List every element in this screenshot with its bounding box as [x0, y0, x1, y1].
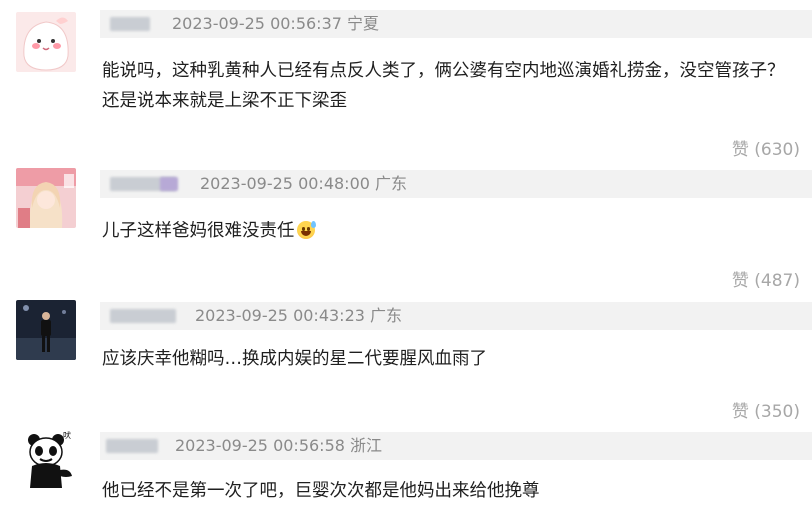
- timestamp: 2023-09-25 00:56:58: [175, 436, 345, 455]
- comment-item: 吠 2023-09-25 00:56:58 浙江 他已经不是第一次了吧，巨婴次次…: [0, 422, 812, 510]
- like-button[interactable]: 赞 (350): [732, 397, 800, 422]
- location: 广东: [370, 306, 403, 325]
- comment-text: 儿子这样爸妈很难没责任: [102, 216, 798, 246]
- comment-item: 2023-09-25 00:43:23 广东 应该庆幸他糊吗…换成内娱的星二代要…: [0, 292, 812, 422]
- timestamp: 2023-09-25 00:56:37: [172, 14, 342, 33]
- comment-text: 能说吗，这种乳黄种人已经有点反人类了，俩公婆有空内地巡演婚礼捞金，没空管孩子？还…: [102, 61, 785, 111]
- like-button[interactable]: 赞 (630): [732, 135, 800, 160]
- avatar[interactable]: [16, 12, 76, 72]
- comment-meta: 2023-09-25 00:56:58 浙江: [100, 432, 812, 460]
- timestamp: 2023-09-25 00:48:00: [200, 174, 370, 193]
- avatar[interactable]: [16, 300, 76, 360]
- comment-text-content: 儿子这样爸妈很难没责任: [102, 221, 295, 241]
- timestamp: 2023-09-25 00:43:23: [195, 306, 365, 325]
- like-button[interactable]: 赞 (487): [732, 266, 800, 291]
- username-blurred: [160, 177, 178, 191]
- panda-meme-avatar-icon: 吠: [16, 430, 76, 490]
- comment-meta: 2023-09-25 00:48:00 广东: [100, 170, 812, 198]
- avatar[interactable]: [16, 168, 76, 228]
- comment-meta: 2023-09-25 00:56:37 宁夏: [100, 10, 812, 38]
- comment-item: 2023-09-25 00:48:00 广东 儿子这样爸妈很难没责任 赞 (48…: [0, 160, 812, 292]
- comment-time: 2023-09-25 00:56:58 浙江: [175, 432, 382, 460]
- pink-cartoon-avatar-icon: [16, 12, 76, 72]
- svg-text:吠: 吠: [63, 431, 71, 440]
- avatar[interactable]: 吠: [16, 430, 76, 490]
- girl-photo-avatar-icon: [16, 168, 76, 228]
- username-blurred[interactable]: [106, 439, 158, 453]
- location: 浙江: [350, 436, 383, 455]
- username-blurred[interactable]: [110, 17, 150, 31]
- night-photo-avatar-icon: [16, 300, 76, 360]
- comment-time: 2023-09-25 00:56:37 宁夏: [172, 10, 379, 38]
- comment-meta: 2023-09-25 00:43:23 广东: [100, 302, 812, 330]
- username-blurred[interactable]: [110, 309, 176, 323]
- location: 宁夏: [347, 14, 380, 33]
- comment-time: 2023-09-25 00:48:00 广东: [200, 170, 407, 198]
- comment-text: 他已经不是第一次了吧，巨婴次次都是他妈出来给他挽尊: [102, 481, 540, 501]
- comment-time: 2023-09-25 00:43:23 广东: [195, 302, 402, 330]
- location: 广东: [375, 174, 408, 193]
- sweat-smile-emoji-icon: [296, 221, 316, 239]
- comment-text: 应该庆幸他糊吗…换成内娱的星二代要腥风血雨了: [102, 349, 487, 369]
- comment-item: 2023-09-25 00:56:37 宁夏 能说吗，这种乳黄种人已经有点反人类…: [0, 0, 812, 160]
